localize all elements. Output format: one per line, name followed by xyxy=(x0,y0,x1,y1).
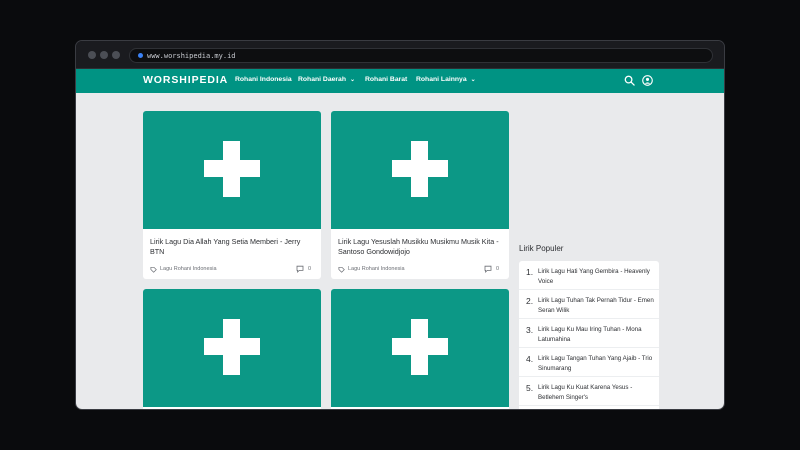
nav-item-rohani-barat[interactable]: Rohani Barat xyxy=(365,76,407,83)
nav-item-rohani-indonesia[interactable]: Rohani Indonesia xyxy=(235,76,292,83)
popular-list: 1. Lirik Lagu Hati Yang Gembira - Heaven… xyxy=(519,261,659,409)
comment-count: 0 xyxy=(307,266,311,272)
sidebar-title: Lirik Populer xyxy=(519,244,564,253)
nav-item-label: Rohani Indonesia xyxy=(235,76,292,83)
nav-item-label: Rohani Daerah xyxy=(298,76,346,83)
plus-icon-bar xyxy=(392,338,448,355)
popular-item-number: 5. xyxy=(526,383,534,393)
page-viewport: WORSHIPEDIA Rohani Indonesia Rohani Daer… xyxy=(76,69,724,409)
post-thumbnail[interactable] xyxy=(331,111,509,229)
popular-item-number: 1. xyxy=(526,267,534,277)
comment-count: 0 xyxy=(495,266,499,272)
secure-indicator-icon xyxy=(138,53,143,58)
browser-titlebar: www.worshipedia.my.id xyxy=(76,41,724,69)
window-close-button[interactable] xyxy=(88,51,96,59)
popular-item-number: 3. xyxy=(526,325,534,335)
comment-icon[interactable] xyxy=(484,265,492,273)
popular-item[interactable]: 1. Lirik Lagu Hati Yang Gembira - Heaven… xyxy=(519,261,659,290)
popular-item-link[interactable]: Lirik Lagu Tangan Tuhan Yang Ajaib - Tri… xyxy=(538,354,654,373)
window-minimize-button[interactable] xyxy=(100,51,108,59)
tag-icon xyxy=(150,266,157,273)
post-card[interactable] xyxy=(331,289,509,409)
tag-icon xyxy=(338,266,345,273)
site-header: WORSHIPEDIA Rohani Indonesia Rohani Daer… xyxy=(76,69,724,93)
plus-icon-bar xyxy=(392,160,448,177)
post-title[interactable]: Lirik Lagu Yesuslah Musikku Musikmu Musi… xyxy=(338,237,502,257)
nav-item-label: Rohani Barat xyxy=(365,76,408,83)
chevron-down-icon: ⌄ xyxy=(349,77,355,83)
browser-window: www.worshipedia.my.id WORSHIPEDIA Rohani… xyxy=(75,40,725,410)
post-thumbnail[interactable] xyxy=(143,289,321,407)
comment-icon[interactable] xyxy=(296,265,304,273)
popular-item-link[interactable]: Lirik Lagu Ku Kuat Karena Yesus - Betleh… xyxy=(538,383,654,402)
plus-icon-bar xyxy=(204,338,260,355)
post-meta: Lagu Rohani Indonesia 0 xyxy=(150,265,314,275)
post-thumbnail[interactable] xyxy=(331,289,509,407)
nav-item-label: Rohani Lainnya xyxy=(416,76,467,83)
chevron-down-icon: ⌄ xyxy=(470,77,476,83)
post-category[interactable]: Lagu Rohani Indonesia xyxy=(160,266,217,272)
post-meta: Lagu Rohani Indonesia 0 xyxy=(338,265,502,275)
post-title[interactable]: Lirik Lagu Dia Allah Yang Setia Memberi … xyxy=(150,237,314,257)
popular-item-link[interactable]: Lirik Lagu Tuhan Tak Pernah Tidur - Emen… xyxy=(538,296,654,315)
plus-icon-bar xyxy=(204,160,260,177)
post-card[interactable]: Lirik Lagu Dia Allah Yang Setia Memberi … xyxy=(143,111,321,279)
popular-item-number: 4. xyxy=(526,354,534,364)
popular-item[interactable]: 2. Lirik Lagu Tuhan Tak Pernah Tidur - E… xyxy=(519,290,659,319)
popular-item[interactable]: 4. Lirik Lagu Tangan Tuhan Yang Ajaib - … xyxy=(519,348,659,377)
popular-item-link[interactable]: Lirik Lagu Ku Mau Iring Tuhan - Mona Lat… xyxy=(538,325,654,344)
address-bar[interactable]: www.worshipedia.my.id xyxy=(129,48,713,63)
post-card[interactable] xyxy=(143,289,321,409)
post-card[interactable]: Lirik Lagu Yesuslah Musikku Musikmu Musi… xyxy=(331,111,509,279)
site-logo[interactable]: WORSHIPEDIA xyxy=(143,74,228,86)
nav-item-rohani-lainnya[interactable]: Rohani Lainnya ⌄ xyxy=(416,76,476,83)
address-bar-url[interactable]: www.worshipedia.my.id xyxy=(147,50,236,62)
user-icon[interactable] xyxy=(642,75,653,86)
popular-item-link[interactable]: Lirik Lagu Hati Yang Gembira - Heavenly … xyxy=(538,267,654,286)
window-maximize-button[interactable] xyxy=(112,51,120,59)
popular-item-number: 2. xyxy=(526,296,534,306)
post-category[interactable]: Lagu Rohani Indonesia xyxy=(348,266,405,272)
post-thumbnail[interactable] xyxy=(143,111,321,229)
nav-item-rohani-daerah[interactable]: Rohani Daerah ⌄ xyxy=(298,76,355,83)
search-icon[interactable] xyxy=(624,75,635,86)
popular-item[interactable]: 3. Lirik Lagu Ku Mau Iring Tuhan - Mona … xyxy=(519,319,659,348)
popular-item[interactable]: 5. Lirik Lagu Ku Kuat Karena Yesus - Bet… xyxy=(519,377,659,406)
